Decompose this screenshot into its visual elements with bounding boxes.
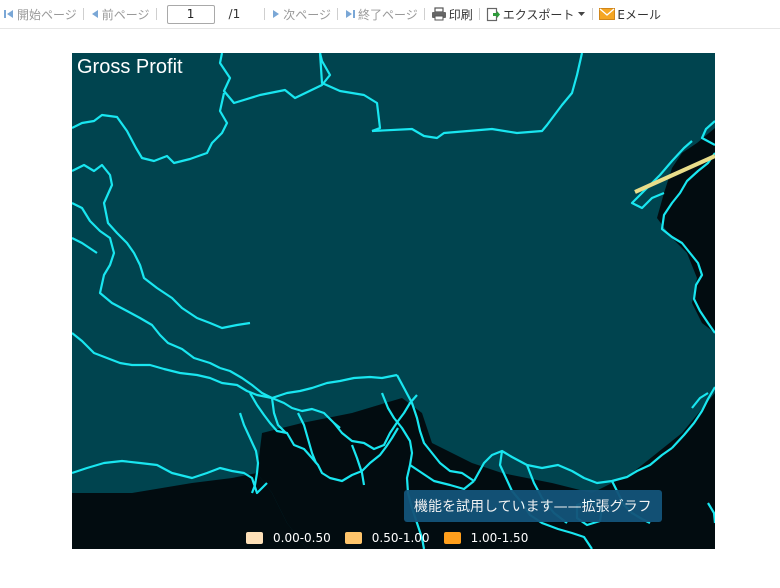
- legend-swatch: [246, 532, 263, 544]
- email-label: Eメール: [617, 7, 661, 22]
- legend-item[interactable]: 0.00-0.50: [246, 531, 331, 545]
- envelope-icon: [599, 8, 616, 20]
- email-button[interactable]: Eメール: [599, 0, 661, 28]
- toolbar-divider: [592, 8, 594, 20]
- next-page-button[interactable]: 次ページ: [271, 0, 331, 28]
- prev-page-icon: [91, 10, 98, 18]
- print-button[interactable]: 印刷: [431, 0, 473, 28]
- prev-page-button[interactable]: 前ページ: [90, 0, 150, 28]
- export-icon: [486, 7, 500, 21]
- export-label: エクスポート: [502, 7, 575, 22]
- border-line: [72, 237, 98, 254]
- next-page-label: 次ページ: [283, 7, 331, 22]
- legend-swatch: [344, 532, 362, 544]
- last-page-button[interactable]: 終了ページ: [344, 0, 418, 28]
- legend-label: 0.00-0.50: [273, 531, 331, 545]
- legend-item[interactable]: 0.50-1.00: [344, 531, 430, 545]
- legend-label: 0.50-1.00: [371, 531, 430, 545]
- legend-item[interactable]: 1.00-1.50: [443, 531, 529, 545]
- chevron-down-icon: [578, 12, 586, 16]
- first-page-label: 開始ページ: [17, 7, 77, 22]
- toolbar-divider: [155, 8, 157, 20]
- border-line: [218, 53, 332, 105]
- toolbar-divider: [264, 8, 266, 20]
- border-line: [72, 92, 229, 165]
- legend-swatch: [443, 532, 461, 544]
- toolbar-divider: [82, 8, 84, 20]
- border-line: [72, 202, 221, 369]
- first-page-button[interactable]: 開始ページ: [3, 0, 77, 28]
- export-dropdown[interactable]: エクスポート: [486, 0, 587, 28]
- toolbar-divider: [423, 8, 425, 20]
- first-page-icon: [4, 10, 13, 18]
- border-line: [72, 332, 398, 400]
- last-page-label: 終了ページ: [357, 7, 418, 22]
- map-title: Gross Profit: [77, 56, 183, 78]
- border-line: [318, 53, 382, 133]
- toolbar-divider: [336, 8, 338, 20]
- report-toolbar: 開始ページ 前ページ /1 次ページ 終了ページ 印刷: [0, 0, 780, 29]
- border-line: [371, 53, 584, 140]
- trial-watermark: 機能を試用しています——拡張グラフ: [404, 490, 662, 522]
- map-canvas: [72, 53, 715, 549]
- page-number-input[interactable]: [166, 4, 215, 24]
- legend-label: 1.00-1.50: [470, 531, 529, 545]
- next-page-icon: [273, 10, 280, 18]
- border-line: [72, 163, 251, 330]
- last-page-icon: [345, 10, 355, 18]
- map-panel[interactable]: Gross Profit 機能を試用しています——拡張グラフ 0.00-0.50…: [72, 53, 715, 549]
- printer-icon: [431, 7, 446, 21]
- toolbar-divider: [478, 8, 480, 20]
- print-label: 印刷: [448, 7, 473, 22]
- map-legend: 0.00-0.50 0.50-1.00 1.00-1.50: [246, 529, 542, 547]
- region-southeast-asia[interactable]: [257, 393, 715, 549]
- prev-page-label: 前ページ: [101, 7, 150, 22]
- page-total: /1: [228, 7, 241, 21]
